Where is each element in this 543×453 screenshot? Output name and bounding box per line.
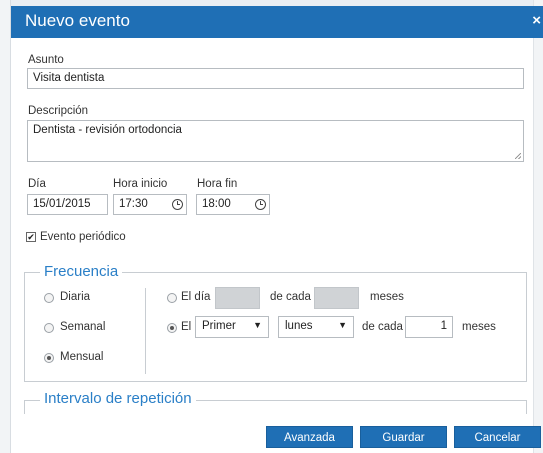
- row1-de-cada-label: de cada: [270, 291, 311, 303]
- row1-meses-label: meses: [370, 291, 404, 303]
- frecuencia-legend: Frecuencia: [40, 263, 123, 280]
- cancel-button[interactable]: Cancelar: [454, 426, 541, 448]
- radio-diaria[interactable]: [44, 293, 54, 303]
- hora-fin-input[interactable]: 18:00: [196, 194, 270, 215]
- weekday-select[interactable]: lunes ▼: [278, 316, 354, 338]
- row1-months-input[interactable]: [314, 287, 359, 309]
- radio-semanal[interactable]: [44, 323, 54, 333]
- descripcion-value: Dentista - revisión ortodoncia: [33, 124, 182, 136]
- asunto-label: Asunto: [28, 54, 64, 66]
- chevron-down-icon: ▼: [253, 320, 262, 330]
- ordinal-select-value: Primer: [202, 320, 236, 332]
- frecuencia-divider: [145, 288, 146, 374]
- radio-semanal-label: Semanal: [60, 321, 106, 333]
- radio-diaria-label: Diaria: [60, 291, 91, 303]
- hora-fin-value: 18:00: [202, 198, 231, 210]
- radio-el[interactable]: [167, 323, 177, 333]
- radio-mensual[interactable]: [44, 353, 54, 363]
- new-event-dialog: Nuevo evento × Asunto Visita dentista De…: [11, 6, 543, 453]
- close-icon[interactable]: ×: [532, 12, 541, 29]
- resize-grip-icon[interactable]: [515, 153, 521, 159]
- el-label: El: [181, 321, 192, 333]
- el-dia-label: El día: [181, 291, 211, 303]
- periodic-event-label: Evento periódico: [40, 231, 126, 243]
- asunto-input[interactable]: Visita dentista: [27, 68, 524, 89]
- left-background-edge: [0, 0, 11, 453]
- asunto-value: Visita dentista: [33, 72, 105, 84]
- dia-label: Día: [28, 178, 46, 190]
- hora-inicio-label: Hora inicio: [113, 178, 168, 190]
- row2-meses-label: meses: [462, 321, 496, 333]
- save-button[interactable]: Guardar: [360, 426, 447, 448]
- row2-months-input[interactable]: 1: [405, 316, 453, 338]
- row2-de-cada-label: de cada: [362, 321, 403, 333]
- hora-fin-label: Hora fin: [197, 178, 238, 190]
- clock-icon[interactable]: [172, 199, 183, 210]
- radio-el-dia[interactable]: [167, 293, 177, 303]
- hora-inicio-input[interactable]: 17:30: [113, 194, 187, 215]
- periodic-event-checkbox[interactable]: ✔: [26, 232, 36, 242]
- right-scrollbar-edge[interactable]: [533, 0, 543, 453]
- radio-mensual-label: Mensual: [60, 351, 104, 363]
- dialog-titlebar: Nuevo evento ×: [11, 6, 543, 38]
- ordinal-select[interactable]: Primer ▼: [195, 316, 269, 338]
- advanced-button[interactable]: Avanzada: [266, 426, 353, 448]
- dia-input[interactable]: 15/01/2015: [27, 194, 108, 215]
- row2-months-value: 1: [440, 320, 447, 332]
- descripcion-label: Descripción: [28, 105, 89, 117]
- descripcion-textarea[interactable]: Dentista - revisión ortodoncia: [27, 120, 524, 162]
- day-number-input[interactable]: [215, 287, 260, 309]
- repeticion-legend: Intervalo de repetición: [40, 390, 196, 407]
- hora-inicio-value: 17:30: [119, 198, 148, 210]
- dia-value: 15/01/2015: [33, 198, 91, 210]
- dialog-title: Nuevo evento: [25, 11, 130, 30]
- clock-icon[interactable]: [255, 199, 266, 210]
- weekday-select-value: lunes: [285, 320, 313, 332]
- chevron-down-icon: ▼: [338, 320, 347, 330]
